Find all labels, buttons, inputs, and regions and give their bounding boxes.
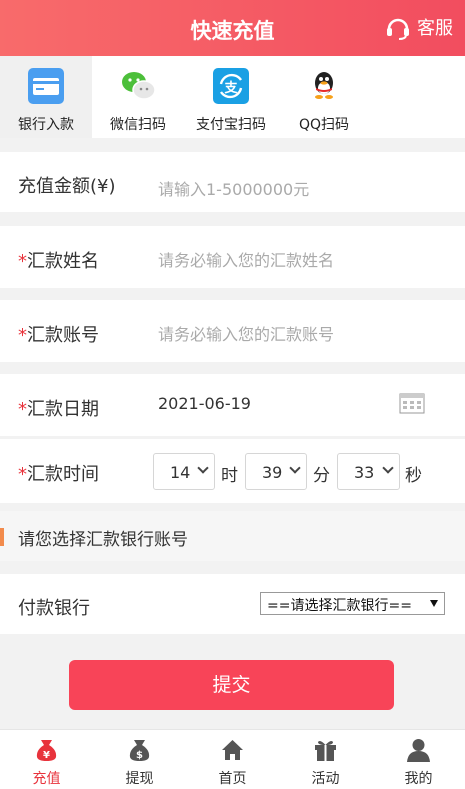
nav-label: 活动 xyxy=(311,771,340,787)
required-mark: * xyxy=(18,399,27,420)
required-mark: * xyxy=(18,464,27,485)
user-icon xyxy=(407,739,430,762)
remitter-name-input[interactable]: 请务必输入您的汇款姓名 xyxy=(158,247,334,271)
svg-text:支: 支 xyxy=(223,80,238,96)
qq-penguin-icon xyxy=(315,72,333,99)
svg-text:¥: ¥ xyxy=(43,750,50,761)
nav-home[interactable]: 首页 xyxy=(186,730,279,789)
nav-label: 充值 xyxy=(32,771,61,787)
home-icon xyxy=(222,740,243,760)
remitter-account-label: *汇款账号 xyxy=(18,321,99,347)
tab-label: QQ扫码 xyxy=(298,117,350,133)
nav-withdraw[interactable]: $ 提现 xyxy=(93,730,186,789)
nav-label: 首页 xyxy=(218,771,247,787)
tab-qq-scan[interactable]: QQ扫码 xyxy=(278,56,370,138)
tab-wechat-scan[interactable]: 微信扫码 xyxy=(92,56,184,138)
nav-activity[interactable]: 活动 xyxy=(279,730,372,789)
headset-icon xyxy=(387,18,409,40)
submit-button[interactable]: 提交 xyxy=(69,660,394,710)
remitter-name-label: *汇款姓名 xyxy=(18,247,99,273)
customer-service-label: 客服 xyxy=(417,18,453,39)
minute-select[interactable]: 39 xyxy=(245,453,307,490)
required-mark: * xyxy=(18,325,27,346)
chevron-down-icon xyxy=(382,462,394,474)
customer-service-button[interactable]: 客服 xyxy=(385,14,453,40)
bank-card-icon xyxy=(28,68,64,104)
tab-alipay-scan[interactable]: 支 支付宝扫码 xyxy=(185,56,277,138)
remit-date-label: *汇款日期 xyxy=(18,395,99,421)
minute-value: 39 xyxy=(262,463,283,482)
remitter-account-label-text: 汇款账号 xyxy=(27,325,99,346)
section-accent-bar xyxy=(0,528,4,546)
remitter-name-label-text: 汇款姓名 xyxy=(27,251,99,272)
hour-unit: 时 xyxy=(221,466,238,486)
hour-value: 14 xyxy=(170,463,191,482)
nav-label: 我的 xyxy=(404,771,433,787)
chevron-down-icon xyxy=(289,462,301,474)
remit-time-label: *汇款时间 xyxy=(18,460,99,486)
remitter-account-row: *汇款账号 请务必输入您的汇款账号 xyxy=(0,300,465,362)
tab-bank-deposit[interactable]: 银行入款 xyxy=(0,56,92,138)
top-header: 快速充值 客服 xyxy=(0,0,465,56)
wechat-icon xyxy=(122,72,156,100)
remit-time-label-text: 汇款时间 xyxy=(27,464,99,485)
alipay-icon: 支 xyxy=(213,68,249,104)
nav-recharge[interactable]: ¥ 充值 xyxy=(0,730,93,789)
required-mark: * xyxy=(18,251,27,272)
remit-date-input[interactable]: 2021-06-19 xyxy=(158,394,251,413)
bank-section-title: 请您选择汇款银行账号 xyxy=(18,530,188,550)
withdraw-bag-icon: $ xyxy=(129,740,150,761)
svg-text:$: $ xyxy=(136,750,143,761)
second-unit: 秒 xyxy=(405,466,422,486)
dropdown-arrow-icon xyxy=(430,600,438,607)
amount-row: 充值金额(¥) 请输入1-5000000元 xyxy=(0,152,465,212)
amount-label: 充值金额(¥) xyxy=(18,176,116,197)
nav-label: 提现 xyxy=(125,771,154,787)
chevron-down-icon xyxy=(197,462,209,474)
calendar-icon[interactable] xyxy=(399,392,425,414)
pay-bank-select[interactable]: ==请选择汇款银行== xyxy=(260,592,445,615)
second-value: 33 xyxy=(354,463,375,482)
remitter-account-input[interactable]: 请务必输入您的汇款账号 xyxy=(158,321,334,345)
nav-mine[interactable]: 我的 xyxy=(372,730,465,789)
remitter-name-row: *汇款姓名 请务必输入您的汇款姓名 xyxy=(0,226,465,288)
minute-unit: 分 xyxy=(313,466,330,486)
remit-date-row: *汇款日期 2021-06-19 xyxy=(0,374,465,436)
payment-method-tabs: 银行入款 微信扫码 支 支付宝扫码 QQ扫码 xyxy=(0,56,465,138)
second-select[interactable]: 33 xyxy=(337,453,400,490)
remit-date-label-text: 汇款日期 xyxy=(27,399,99,420)
amount-input[interactable]: 请输入1-5000000元 xyxy=(158,176,309,200)
hour-select[interactable]: 14 xyxy=(153,453,215,490)
pay-bank-selected: ==请选择汇款银行== xyxy=(267,598,412,614)
bank-section-header: 请您选择汇款银行账号 xyxy=(0,511,465,561)
gift-icon xyxy=(315,741,336,761)
bottom-nav: ¥ 充值 $ 提现 首页 活动 我的 xyxy=(0,729,465,789)
money-bag-icon: ¥ xyxy=(36,740,57,761)
pay-bank-label: 付款银行 xyxy=(18,598,90,619)
